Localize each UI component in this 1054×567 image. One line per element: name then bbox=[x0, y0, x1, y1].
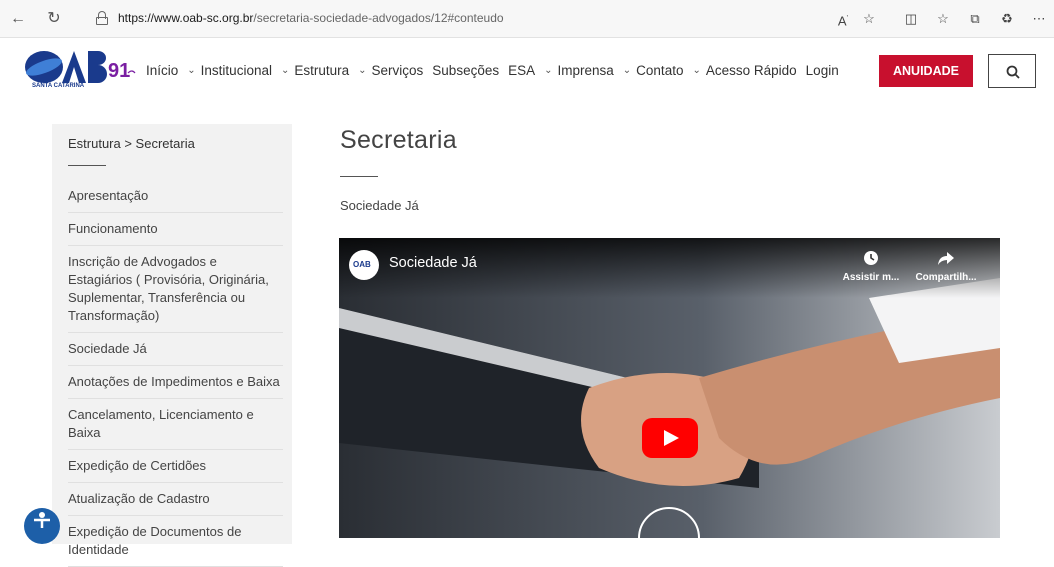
play-button[interactable] bbox=[642, 418, 698, 458]
sidebar-item-cancelamento[interactable]: Cancelamento, Licenciamento e Baixa bbox=[68, 399, 283, 450]
sidebar: Estrutura > Secretaria Apresentação Func… bbox=[52, 124, 292, 567]
search-icon bbox=[1006, 65, 1020, 79]
address-bar[interactable]: https://www.oab-sc.org.br/secretaria-soc… bbox=[86, 8, 886, 30]
channel-avatar[interactable]: OAB bbox=[349, 250, 379, 280]
chevron-down-icon: ⌄ bbox=[280, 64, 290, 76]
page-title: Secretaria bbox=[340, 126, 457, 154]
menu-acesso-rapido[interactable]: ⌄ Acesso Rápido bbox=[692, 63, 796, 78]
sidebar-item-apresentacao[interactable]: Apresentação bbox=[68, 180, 283, 213]
sidebar-item-sociedade-ja[interactable]: Sociedade Já bbox=[68, 333, 283, 366]
share-button[interactable]: Compartilh... bbox=[911, 248, 981, 283]
search-button[interactable] bbox=[988, 54, 1036, 88]
breadcrumb[interactable]: Estrutura > Secretaria bbox=[68, 136, 195, 151]
chevron-down-icon: ⌄ bbox=[544, 64, 553, 76]
lock-icon bbox=[96, 11, 108, 25]
main-menu: Início ⌄ Institucional ⌄ Estrutura ⌄ Serviç… bbox=[146, 60, 848, 80]
refresh-icon[interactable]: ↻ bbox=[44, 9, 64, 29]
svg-text:91: 91 bbox=[108, 60, 130, 82]
video-title[interactable]: Sociedade Já bbox=[389, 255, 477, 271]
sidebar-item-atualizacao[interactable]: Atualização de Cadastro bbox=[68, 483, 283, 516]
share-icon bbox=[938, 252, 954, 265]
sidebar-item-inscricao[interactable]: Inscrição de Advogados e Estagiários ( P… bbox=[68, 246, 283, 333]
logo-subtitle: SANTA CATARINA bbox=[32, 83, 85, 89]
back-arrow-icon[interactable]: ← bbox=[8, 9, 28, 29]
sidebar-item-anotacoes[interactable]: Anotações de Impedimentos e Baixa bbox=[68, 366, 283, 399]
more-icon[interactable]: ⋯ bbox=[1030, 10, 1048, 28]
chevron-down-icon: ⌄ bbox=[187, 64, 196, 76]
divider bbox=[68, 165, 106, 166]
menu-subsecoes[interactable]: Subseções bbox=[432, 63, 499, 78]
read-aloud-icon[interactable]: A’ bbox=[834, 10, 852, 28]
split-screen-icon[interactable]: ◫ bbox=[902, 10, 920, 28]
video-player[interactable]: OAB Sociedade Já Assistir m... Compartil… bbox=[339, 238, 1000, 538]
sidebar-item-funcionamento[interactable]: Funcionamento bbox=[68, 213, 283, 246]
menu-esa[interactable]: ESA bbox=[508, 63, 535, 78]
sidebar-menu: Apresentação Funcionamento Inscrição de … bbox=[68, 180, 283, 567]
divider bbox=[340, 176, 378, 177]
url-text[interactable]: https://www.oab-sc.org.br/secretaria-soc… bbox=[118, 11, 504, 25]
menu-estrutura[interactable]: ⌄ Estrutura bbox=[281, 63, 349, 78]
watch-later-button[interactable]: Assistir m... bbox=[836, 248, 906, 283]
chevron-down-icon: ⌄ bbox=[692, 64, 701, 76]
play-icon bbox=[664, 430, 679, 446]
menu-contato[interactable]: ⌄ Contato bbox=[623, 63, 684, 78]
clock-icon bbox=[864, 251, 878, 265]
chevron-down-icon: ⌄ bbox=[622, 64, 632, 76]
menu-servicos[interactable]: ⌄ Serviços bbox=[358, 63, 423, 78]
menu-imprensa[interactable]: ⌄ Imprensa bbox=[544, 63, 614, 78]
chevron-down-icon: ⌄ bbox=[358, 64, 367, 76]
sidebar-item-certidoes[interactable]: Expedição de Certidões bbox=[68, 450, 283, 483]
extensions-icon[interactable]: ♻ bbox=[998, 10, 1016, 28]
menu-inicio[interactable]: Início bbox=[146, 63, 178, 78]
site-header: 91 SANTA CATARINA Início ⌄ Institucional … bbox=[0, 38, 1054, 102]
accessibility-icon bbox=[34, 512, 50, 528]
collections-icon[interactable]: ⧉ bbox=[966, 10, 984, 28]
sidebar-item-documentos[interactable]: Expedição de Documentos de Identidade bbox=[68, 516, 283, 567]
menu-institucional[interactable]: ⌄ Institucional bbox=[187, 63, 272, 78]
browser-toolbar: ← ↻ https://www.oab-sc.org.br/secretaria… bbox=[0, 0, 1054, 38]
favorites-list-icon[interactable]: ☆ bbox=[934, 10, 952, 28]
favorite-star-icon[interactable]: ☆ bbox=[860, 10, 878, 28]
accessibility-button[interactable] bbox=[24, 508, 60, 544]
oab-logo[interactable]: 91 SANTA CATARINA bbox=[24, 47, 136, 92]
menu-login[interactable]: Login bbox=[806, 63, 839, 78]
page-subtitle: Sociedade Já bbox=[340, 198, 419, 213]
anuidade-button[interactable]: ANUIDADE bbox=[879, 55, 973, 87]
